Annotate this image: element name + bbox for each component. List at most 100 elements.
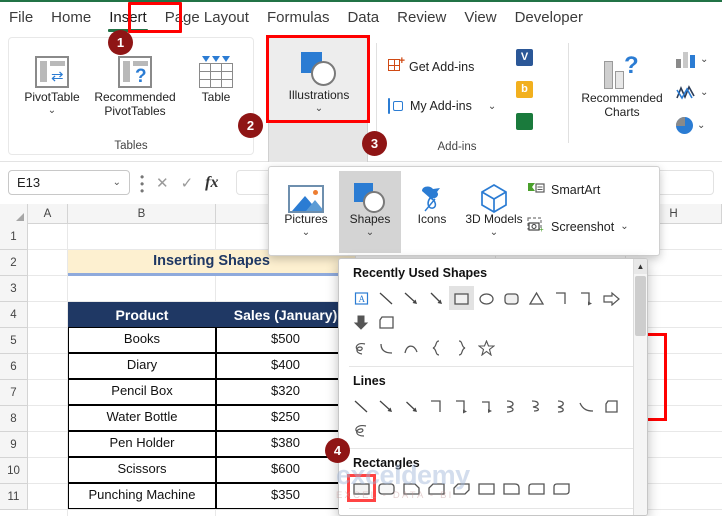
- cell-product-pencil-box[interactable]: Pencil Box: [68, 379, 216, 405]
- cancel-icon[interactable]: ✕: [156, 174, 169, 192]
- shape-rectangle[interactable]: [347, 474, 376, 502]
- row-header-8[interactable]: 8: [0, 406, 28, 432]
- 3d-models-chevron-icon[interactable]: ⌄: [463, 227, 525, 238]
- line-connector-elbow-double[interactable]: [474, 394, 499, 418]
- tab-data[interactable]: Data: [338, 2, 388, 33]
- screenshot-button[interactable]: + Screenshot ⌄: [527, 217, 629, 236]
- shapes-gallery-scrollbar[interactable]: ▲: [633, 259, 647, 515]
- line-curved-arrow-connector[interactable]: [524, 394, 549, 418]
- enter-icon[interactable]: ✓: [181, 174, 194, 192]
- line-chart-button[interactable]: ⌄: [676, 84, 708, 101]
- illustrations-button[interactable]: Illustrations ⌄: [282, 44, 356, 114]
- line-arrow[interactable]: [374, 394, 399, 418]
- cell-sales-pencil-box[interactable]: $320: [216, 379, 355, 405]
- shape-down-arrow[interactable]: [349, 310, 374, 334]
- pie-chart-button[interactable]: ⌄: [676, 117, 705, 134]
- shape-right-arrow[interactable]: [599, 286, 624, 310]
- cell-product-pen-holder[interactable]: Pen Holder: [68, 431, 216, 457]
- cell-product-punching-machine[interactable]: Punching Machine: [68, 483, 216, 509]
- line-curved-double-arrow-connector[interactable]: [549, 394, 574, 418]
- row-header-4[interactable]: 4: [0, 302, 28, 328]
- tab-review[interactable]: Review: [388, 2, 455, 33]
- shape-line-arrow-double[interactable]: [424, 286, 449, 310]
- shape-curve[interactable]: [374, 336, 399, 360]
- my-add-ins-button[interactable]: My Add-ins ⌄: [388, 98, 496, 114]
- people-graph-icon[interactable]: [516, 113, 533, 130]
- icons-button[interactable]: Icons: [401, 173, 463, 227]
- table-button[interactable]: Table: [185, 46, 247, 105]
- shape-rounded-rectangle[interactable]: [499, 286, 524, 310]
- row-header-9[interactable]: 9: [0, 432, 28, 458]
- row-header-7[interactable]: 7: [0, 380, 28, 406]
- shape-arc[interactable]: [399, 336, 424, 360]
- cell-sales-water-bottle[interactable]: $250: [216, 405, 355, 431]
- get-add-ins-button[interactable]: + Get Add-ins: [388, 56, 474, 74]
- my-add-ins-chevron-icon[interactable]: ⌄: [488, 101, 496, 112]
- scroll-up-icon[interactable]: ▲: [634, 259, 647, 274]
- line-connector-elbow-arrow[interactable]: [449, 394, 474, 418]
- column-header-b[interactable]: B: [68, 204, 216, 224]
- tab-view[interactable]: View: [455, 2, 505, 33]
- smartart-button[interactable]: SmartArt: [527, 181, 600, 198]
- screenshot-chevron-icon[interactable]: ⌄: [620, 221, 628, 232]
- cell-sales-diary[interactable]: $400: [216, 353, 355, 379]
- pictures-button[interactable]: Pictures ⌄: [275, 173, 337, 238]
- tab-developer[interactable]: Developer: [506, 2, 592, 33]
- cell-sales-punching-machine[interactable]: $350: [216, 483, 355, 509]
- shape-elbow-arrow-connector[interactable]: [574, 286, 599, 310]
- shape-scribble[interactable]: [349, 336, 374, 360]
- name-box-chevron-icon[interactable]: ⌄: [113, 177, 121, 188]
- shape-right-brace[interactable]: [449, 336, 474, 360]
- shape-round-single-corner-rectangle[interactable]: [499, 476, 524, 500]
- cell-product-scissors[interactable]: Scissors: [68, 457, 216, 483]
- column-header-a[interactable]: A: [28, 204, 68, 224]
- cell-sales-books[interactable]: $500: [216, 327, 355, 353]
- shape-triangle[interactable]: [524, 286, 549, 310]
- pivot-table-button[interactable]: ⇄ PivotTable ⌄: [15, 46, 89, 116]
- shape-text-box[interactable]: A: [349, 286, 374, 310]
- tab-insert[interactable]: Insert: [100, 2, 156, 33]
- cell-product-books[interactable]: Books: [68, 327, 216, 353]
- group-illustrations[interactable]: Illustrations ⌄: [268, 37, 368, 121]
- select-all-corner[interactable]: [0, 204, 28, 224]
- row-header-1[interactable]: 1: [0, 224, 28, 250]
- shape-snip-and-round-corner-rectangle[interactable]: [474, 476, 499, 500]
- shape-rectangle-recent[interactable]: [449, 286, 474, 310]
- shapes-chevron-icon[interactable]: ⌄: [339, 227, 401, 238]
- shape-oval[interactable]: [474, 286, 499, 310]
- column-chart-button[interactable]: ⌄: [676, 51, 708, 68]
- row-header-2[interactable]: 2: [0, 250, 28, 276]
- row-header-3[interactable]: 3: [0, 276, 28, 302]
- tab-page-layout[interactable]: Page Layout: [156, 2, 258, 33]
- shape-rounded-rectangle-2[interactable]: [374, 476, 399, 500]
- cell-product-diary[interactable]: Diary: [68, 353, 216, 379]
- shape-round-same-side-corner-rectangle[interactable]: [524, 476, 549, 500]
- insert-function-icon[interactable]: fx: [205, 174, 218, 192]
- shape-snip-same-side-corner-rectangle[interactable]: [424, 476, 449, 500]
- shape-snip-single-corner-rectangle[interactable]: [399, 476, 424, 500]
- name-box[interactable]: E13 ⌄: [8, 170, 130, 195]
- tab-home[interactable]: Home: [42, 2, 100, 33]
- pictures-chevron-icon[interactable]: ⌄: [275, 227, 337, 238]
- tab-formulas[interactable]: Formulas: [258, 2, 339, 33]
- pie-chart-chevron-icon[interactable]: ⌄: [697, 120, 705, 131]
- shape-snip-diagonal-corner-rectangle[interactable]: [449, 476, 474, 500]
- line-scribble[interactable]: [349, 418, 374, 442]
- scrollbar-thumb[interactable]: [635, 276, 646, 336]
- line-freeform-shape[interactable]: [599, 394, 624, 418]
- illustrations-chevron-icon[interactable]: ⌄: [282, 103, 356, 114]
- shape-line[interactable]: [374, 286, 399, 310]
- line-double-arrow[interactable]: [399, 394, 424, 418]
- row-header-11[interactable]: 11: [0, 484, 28, 510]
- line-plain[interactable]: [349, 394, 374, 418]
- recommended-charts-button[interactable]: ? Recommended Charts: [572, 47, 672, 119]
- shape-folded-corner[interactable]: [374, 310, 399, 334]
- shape-left-brace[interactable]: [424, 336, 449, 360]
- pivot-table-chevron-icon[interactable]: ⌄: [15, 105, 89, 116]
- shape-round-diagonal-corner-rectangle[interactable]: [549, 476, 574, 500]
- line-curve[interactable]: [574, 394, 599, 418]
- row-header-6[interactable]: 6: [0, 354, 28, 380]
- visio-data-visualizer-icon[interactable]: V: [516, 49, 533, 66]
- recommended-pivot-tables-button[interactable]: ? Recommended PivotTables: [89, 46, 181, 118]
- line-chart-chevron-icon[interactable]: ⌄: [700, 87, 708, 98]
